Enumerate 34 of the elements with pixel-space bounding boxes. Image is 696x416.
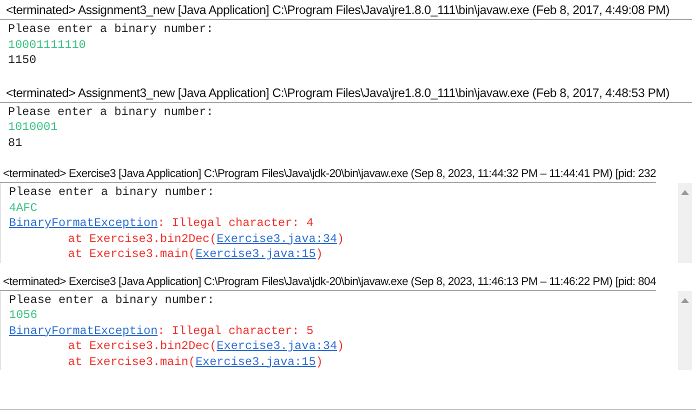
input-text: 1056 xyxy=(9,308,38,322)
scroll-up-icon[interactable] xyxy=(681,296,689,302)
console-header: <terminated> Exercise3 [Java Application] C:\Program Files\Java\jdk-20\bin\javaw.exe (Sep 8, 2023, 11:44:32 PM – 11:44:41 PM) [pid: 232 xyxy=(0,165,656,183)
error-text: at Exercise3.bin2Dec( xyxy=(68,232,217,246)
scrollbar[interactable] xyxy=(678,183,692,262)
source-link[interactable]: BinaryFormatException xyxy=(9,216,158,230)
source-link[interactable]: BinaryFormatException xyxy=(9,324,158,338)
input-text: 1010001 xyxy=(8,120,58,134)
source-link[interactable]: Exercise3.java:34 xyxy=(216,232,338,246)
error-text: at Exercise3.bin2Dec( xyxy=(68,339,217,353)
error-text: at Exercise3.main( xyxy=(68,354,196,368)
scroll-up-icon[interactable] xyxy=(681,189,689,195)
output-text: Please enter a binary number: xyxy=(9,292,214,306)
source-link[interactable]: Exercise3.java:34 xyxy=(216,339,338,353)
error-text: ) xyxy=(337,339,344,353)
console-header: <terminated> Assignment3_new [Java Application] C:\Program Files\Java\jre1.8.0_111\bin\javaw.exe (Feb 8, 2017, 4:49:08 PM) xyxy=(0,0,692,20)
console-header: <terminated> Exercise3 [Java Application] C:\Program Files\Java\jdk-20\bin\javaw.exe (Sep 8, 2023, 11:46:13 PM – 11:46:22 PM) [pid: 804 xyxy=(0,272,656,290)
error-text: : Illegal character: 4 xyxy=(158,216,314,230)
error-text: ) xyxy=(316,247,323,261)
source-link[interactable]: Exercise3.java:15 xyxy=(195,247,316,261)
output-text: Please enter a binary number: xyxy=(8,104,214,118)
output-text: Please enter a binary number: xyxy=(8,22,214,36)
error-text: at Exercise3.main( xyxy=(68,247,196,261)
input-text: 10001111110 xyxy=(8,38,86,52)
source-link[interactable]: Exercise3.java:15 xyxy=(195,354,316,368)
input-text: 4AFC xyxy=(9,200,38,214)
console-header: <terminated> Assignment3_new [Java Application] C:\Program Files\Java\jre1.8.0_111\bin\javaw.exe (Feb 8, 2017, 4:48:53 PM) xyxy=(0,82,692,102)
error-text: ) xyxy=(337,232,344,246)
output-text: 1150 xyxy=(8,53,36,67)
output-text: 81 xyxy=(8,136,22,150)
error-text: : Illegal character: 5 xyxy=(158,324,314,338)
error-text: ) xyxy=(316,354,323,368)
output-text: Please enter a binary number: xyxy=(9,185,214,199)
scrollbar[interactable] xyxy=(678,290,692,370)
